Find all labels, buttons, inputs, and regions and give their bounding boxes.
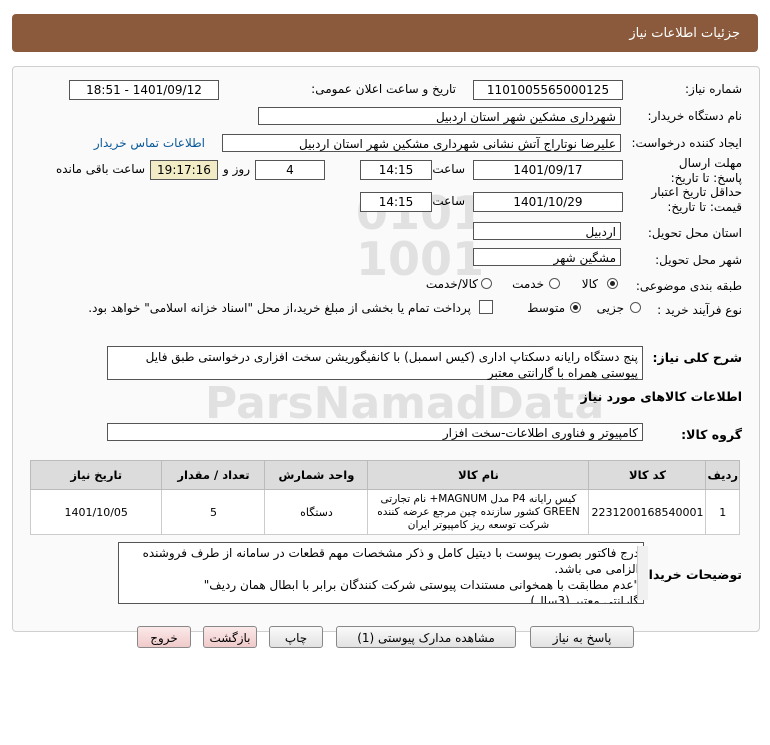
header-row-number: ردیف bbox=[705, 460, 740, 490]
buyer-org-label: نام دستگاه خریدار: bbox=[647, 109, 743, 123]
table-row: 1 2231200168540001 کیس رایانه P4 مدل MAG… bbox=[29, 489, 740, 535]
validity-label: حداقل تاریخ اعتبار قیمت: تا تاریخ: bbox=[651, 185, 742, 214]
header-need-date: تاریخ نیاز bbox=[29, 460, 163, 490]
buyer-notes-label: توضیحات خریدار: bbox=[636, 567, 742, 582]
reply-time-label: ساعت bbox=[432, 162, 465, 176]
province-label: استان محل تحویل: bbox=[647, 226, 742, 240]
validity-time-label: ساعت bbox=[432, 194, 465, 208]
cell-row-number: 1 bbox=[705, 489, 740, 535]
back-button[interactable]: بازگشت bbox=[203, 626, 257, 648]
purchase-minor-label: جزیی bbox=[596, 301, 624, 315]
buyer-notes-box: درج فاکتور بصورت پیوست با دیتیل کامل و ذ… bbox=[118, 542, 644, 604]
treasury-payment-checkbox[interactable] bbox=[479, 300, 493, 314]
days-field: 4 bbox=[255, 160, 325, 180]
purchase-minor-radio[interactable] bbox=[630, 302, 641, 313]
cell-unit: دستگاه bbox=[264, 489, 369, 535]
category-service-radio[interactable] bbox=[549, 278, 560, 289]
category-goods-label: کالا bbox=[581, 277, 598, 291]
goods-group-label: گروه کالا: bbox=[681, 427, 742, 442]
treasury-payment-note: پرداخت تمام یا بخشی از مبلغ خرید،از محل … bbox=[88, 301, 471, 315]
page-title: جزئیات اطلاعات نیاز bbox=[629, 26, 740, 41]
view-attachments-button[interactable]: مشاهده مدارک پیوستی (1) bbox=[336, 626, 516, 648]
cell-item-code: 2231200168540001 bbox=[588, 489, 707, 535]
validity-date-field: 1401/10/29 bbox=[473, 192, 623, 212]
purchase-type-label: نوع فرآیند خرید : bbox=[657, 303, 742, 317]
creator-label: ایجاد کننده درخواست: bbox=[631, 136, 742, 150]
general-desc-box: پنج دستگاه رایانه دسکتاپ اداری (کیس اسمب… bbox=[107, 346, 643, 380]
cell-item-name: کیس رایانه P4 مدل MAGNUM+ نام تجارتی GRE… bbox=[367, 489, 590, 535]
reply-button[interactable]: پاسخ به نیاز bbox=[530, 626, 634, 648]
buyer-org-field: شهرداری مشکین شهر استان اردبیل bbox=[258, 107, 621, 125]
print-button[interactable]: چاپ bbox=[269, 626, 323, 648]
purchase-medium-radio[interactable] bbox=[570, 302, 581, 313]
items-table: ردیف کد کالا نام کالا واحد شمارش تعداد /… bbox=[29, 460, 740, 535]
category-service-label: خدمت bbox=[512, 277, 544, 291]
header-quantity: تعداد / مقدار bbox=[161, 460, 266, 490]
category-both-label: کالا/خدمت bbox=[425, 277, 478, 291]
announce-field: 1401/09/12 - 18:51 bbox=[69, 80, 219, 100]
purchase-medium-label: متوسط bbox=[527, 301, 565, 315]
category-goods-radio[interactable] bbox=[607, 278, 618, 289]
table-header-row: ردیف کد کالا نام کالا واحد شمارش تعداد /… bbox=[29, 460, 740, 490]
reply-date-field: 1401/09/17 bbox=[473, 160, 623, 180]
creator-field: علیرضا نوتاراج آتش نشانی شهرداری مشکین ش… bbox=[222, 134, 621, 152]
city-label: شهر محل تحویل: bbox=[655, 253, 742, 267]
page-header: جزئیات اطلاعات نیاز bbox=[12, 14, 758, 52]
category-both-radio[interactable] bbox=[481, 278, 492, 289]
exit-button[interactable]: خروج bbox=[137, 626, 191, 648]
buyer-contact-link[interactable]: اطلاعات تماس خریدار bbox=[94, 136, 205, 150]
category-label: طبقه بندی موضوعی: bbox=[635, 279, 742, 293]
reply-deadline-label: مهلت ارسال پاسخ: تا تاریخ: bbox=[670, 156, 742, 185]
remaining-time-label: ساعت باقی مانده bbox=[55, 162, 145, 176]
header-item-code: کد کالا bbox=[588, 460, 707, 490]
reply-time-field: 14:15 bbox=[360, 160, 432, 180]
goods-group-field: کامپیوتر و فناوری اطلاعات-سخت افزار bbox=[107, 423, 643, 441]
general-desc-label: شرح کلی نیاز: bbox=[652, 350, 742, 365]
days-label: روز و bbox=[223, 162, 250, 176]
city-field: مشگین شهر bbox=[473, 248, 621, 266]
header-item-name: نام کالا bbox=[367, 460, 590, 490]
validity-time-field: 14:15 bbox=[360, 192, 432, 212]
province-field: اردبیل bbox=[473, 222, 621, 240]
need-number-label: شماره نیاز: bbox=[685, 82, 742, 96]
goods-info-heading: اطلاعات کالاهای مورد نیاز bbox=[580, 389, 742, 404]
cell-need-date: 1401/10/05 bbox=[29, 489, 163, 535]
header-unit: واحد شمارش bbox=[264, 460, 369, 490]
remaining-time-field: 19:17:16 bbox=[150, 160, 218, 180]
notes-scrollbar[interactable] bbox=[637, 546, 648, 600]
announce-label: تاریخ و ساعت اعلان عمومی: bbox=[311, 82, 456, 96]
cell-quantity: 5 bbox=[161, 489, 266, 535]
need-number-field: 1101005565000125 bbox=[473, 80, 623, 100]
